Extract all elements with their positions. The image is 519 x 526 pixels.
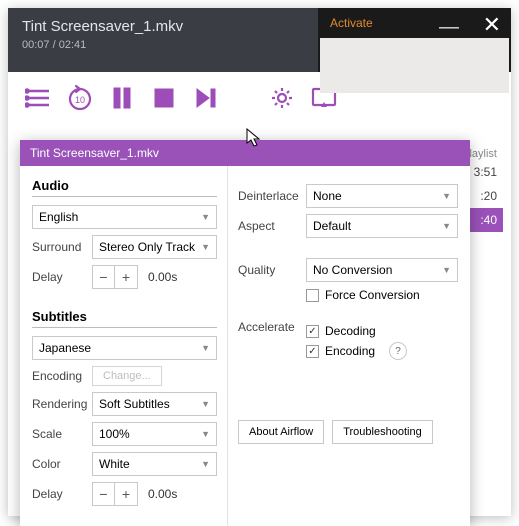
increment-button[interactable]: + — [115, 266, 137, 288]
encoding-label: Encoding — [32, 369, 92, 383]
decoding-checkbox[interactable]: ✓ — [306, 325, 319, 338]
time-display: 00:07 / 02:41 — [22, 39, 304, 51]
color-label: Color — [32, 457, 92, 471]
subtitles-track-select[interactable]: Japanese▼ — [32, 336, 217, 360]
chevron-down-icon: ▼ — [442, 221, 451, 231]
deinterlace-select[interactable]: None▼ — [306, 184, 458, 208]
subtitle-delay-stepper[interactable]: − + — [92, 482, 138, 506]
svg-text:10: 10 — [75, 95, 85, 105]
troubleshooting-button[interactable]: Troubleshooting — [332, 420, 432, 444]
encoding-label: Encoding — [325, 344, 375, 358]
rewind-10-icon[interactable]: 10 — [66, 84, 94, 112]
subtitles-heading: Subtitles — [32, 309, 217, 328]
next-icon[interactable] — [192, 84, 220, 112]
increment-button[interactable]: + — [115, 483, 137, 505]
rendering-label: Rendering — [32, 397, 92, 411]
minimize-icon[interactable]: — — [439, 16, 459, 39]
chevron-down-icon: ▼ — [201, 212, 210, 222]
activate-link[interactable]: Activate — [330, 16, 373, 30]
accelerate-label: Accelerate — [238, 320, 306, 334]
chevron-down-icon: ▼ — [442, 191, 451, 201]
surround-select[interactable]: Stereo Only Track▼ — [92, 235, 217, 259]
media-title: Tint Screensaver_1.mkv — [22, 18, 304, 35]
decrement-button[interactable]: − — [93, 266, 115, 288]
decoding-label: Decoding — [325, 324, 376, 338]
deinterlace-label: Deinterlace — [238, 189, 306, 203]
thumbnail-preview — [320, 38, 509, 93]
quality-label: Quality — [238, 263, 306, 277]
player-titlebar: Tint Screensaver_1.mkv 00:07 / 02:41 — [8, 8, 318, 72]
chevron-down-icon: ▼ — [201, 343, 210, 353]
about-button[interactable]: About Airflow — [238, 420, 324, 444]
aspect-label: Aspect — [238, 219, 306, 233]
encoding-change-button[interactable]: Change... — [92, 366, 162, 386]
audio-heading: Audio — [32, 178, 217, 197]
audio-delay-label: Delay — [32, 270, 92, 284]
decrement-button[interactable]: − — [93, 483, 115, 505]
surround-label: Surround — [32, 240, 92, 254]
quality-select[interactable]: No Conversion▼ — [306, 258, 458, 282]
audio-delay-value: 0.00s — [148, 270, 177, 284]
rendering-select[interactable]: Soft Subtitles▼ — [92, 392, 217, 416]
settings-title: Tint Screensaver_1.mkv — [20, 140, 470, 166]
chevron-down-icon: ▼ — [201, 399, 210, 409]
close-icon[interactable]: ✕ — [483, 12, 501, 38]
help-icon[interactable]: ? — [389, 342, 407, 360]
window-controls: Activate — ✕ — [318, 8, 511, 72]
audio-track-select[interactable]: English▼ — [32, 205, 217, 229]
settings-gear-icon[interactable] — [268, 84, 296, 112]
settings-panel: Tint Screensaver_1.mkv Audio English▼ Su… — [20, 140, 470, 526]
aspect-select[interactable]: Default▼ — [306, 214, 458, 238]
chevron-down-icon: ▼ — [201, 242, 210, 252]
playlist-icon[interactable] — [24, 84, 52, 112]
scale-label: Scale — [32, 427, 92, 441]
chevron-down-icon: ▼ — [201, 429, 210, 439]
audio-delay-stepper[interactable]: − + — [92, 265, 138, 289]
subtitle-delay-value: 0.00s — [148, 487, 177, 501]
chevron-down-icon: ▼ — [201, 459, 210, 469]
pause-icon[interactable] — [108, 84, 136, 112]
force-conversion-label: Force Conversion — [325, 288, 420, 302]
subtitle-delay-label: Delay — [32, 487, 92, 501]
mouse-cursor-icon — [246, 128, 262, 148]
chevron-down-icon: ▼ — [442, 265, 451, 275]
color-select[interactable]: White▼ — [92, 452, 217, 476]
scale-select[interactable]: 100%▼ — [92, 422, 217, 446]
encoding-checkbox[interactable]: ✓ — [306, 345, 319, 358]
force-conversion-checkbox[interactable] — [306, 289, 319, 302]
stop-icon[interactable] — [150, 84, 178, 112]
